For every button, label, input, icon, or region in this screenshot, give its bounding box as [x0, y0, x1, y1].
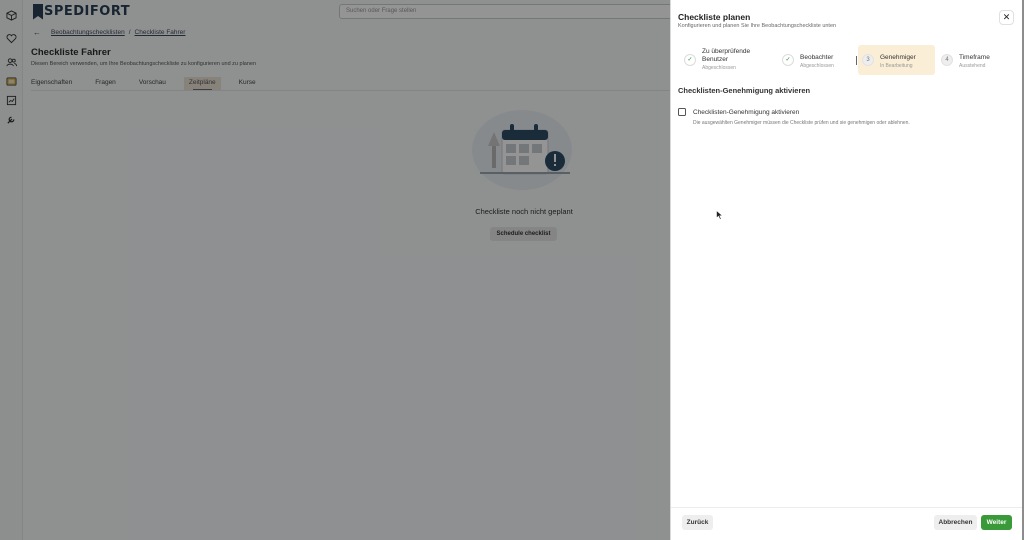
step-number: 3 — [862, 54, 874, 66]
step-status: In Bearbeitung — [880, 63, 913, 69]
active-step-indicator — [856, 56, 857, 65]
step-users[interactable]: ✓ Zu überprüfende Benutzer Abgeschlossen — [684, 45, 772, 75]
step-label: Beobachter — [800, 54, 834, 61]
step-status: Ausstehend — [959, 63, 986, 69]
mouse-cursor-icon — [716, 210, 724, 220]
step-label: Timeframe — [959, 54, 990, 61]
close-button[interactable]: ✕ — [999, 10, 1014, 25]
approval-checkbox-description: Die ausgewählten Genehmiger müssen die C… — [693, 120, 910, 126]
step-observers[interactable]: ✓ Beobachter Abgeschlossen — [782, 45, 852, 75]
step-approvers[interactable]: 3 Genehmiger In Bearbeitung — [856, 45, 935, 75]
step-status: Abgeschlossen — [702, 65, 736, 71]
step-timeframe[interactable]: 4 Timeframe Ausstehend — [941, 45, 1011, 75]
step-label: Zu überprüfende Benutzer — [702, 48, 751, 63]
step-status: Abgeschlossen — [800, 63, 834, 69]
next-button[interactable]: Weiter — [981, 515, 1012, 530]
check-icon: ✓ — [782, 54, 794, 66]
approval-checkbox-row[interactable]: Checklisten-Genehmigung aktivieren — [678, 108, 799, 116]
cancel-button[interactable]: Abbrechen — [934, 515, 977, 530]
approval-checkbox-label[interactable]: Checklisten-Genehmigung aktivieren — [693, 109, 799, 116]
section-title: Checklisten-Genehmigung aktivieren — [678, 86, 811, 95]
drawer-title: Checkliste planen — [678, 12, 751, 22]
close-icon: ✕ — [1002, 12, 1011, 22]
modal-overlay[interactable] — [0, 0, 670, 540]
approval-checkbox[interactable] — [678, 108, 686, 116]
step-label: Genehmiger — [880, 54, 916, 61]
schedule-drawer: Checkliste planen Konfigurieren und plan… — [670, 0, 1022, 540]
check-icon: ✓ — [684, 54, 696, 66]
back-button[interactable]: Zurück — [682, 515, 713, 530]
stepper: ✓ Zu überprüfende Benutzer Abgeschlossen… — [678, 45, 1018, 75]
footer-divider — [671, 507, 1022, 508]
drawer-subtitle: Konfigurieren und planen Sie Ihre Beobac… — [678, 23, 837, 29]
step-number: 4 — [941, 54, 953, 66]
